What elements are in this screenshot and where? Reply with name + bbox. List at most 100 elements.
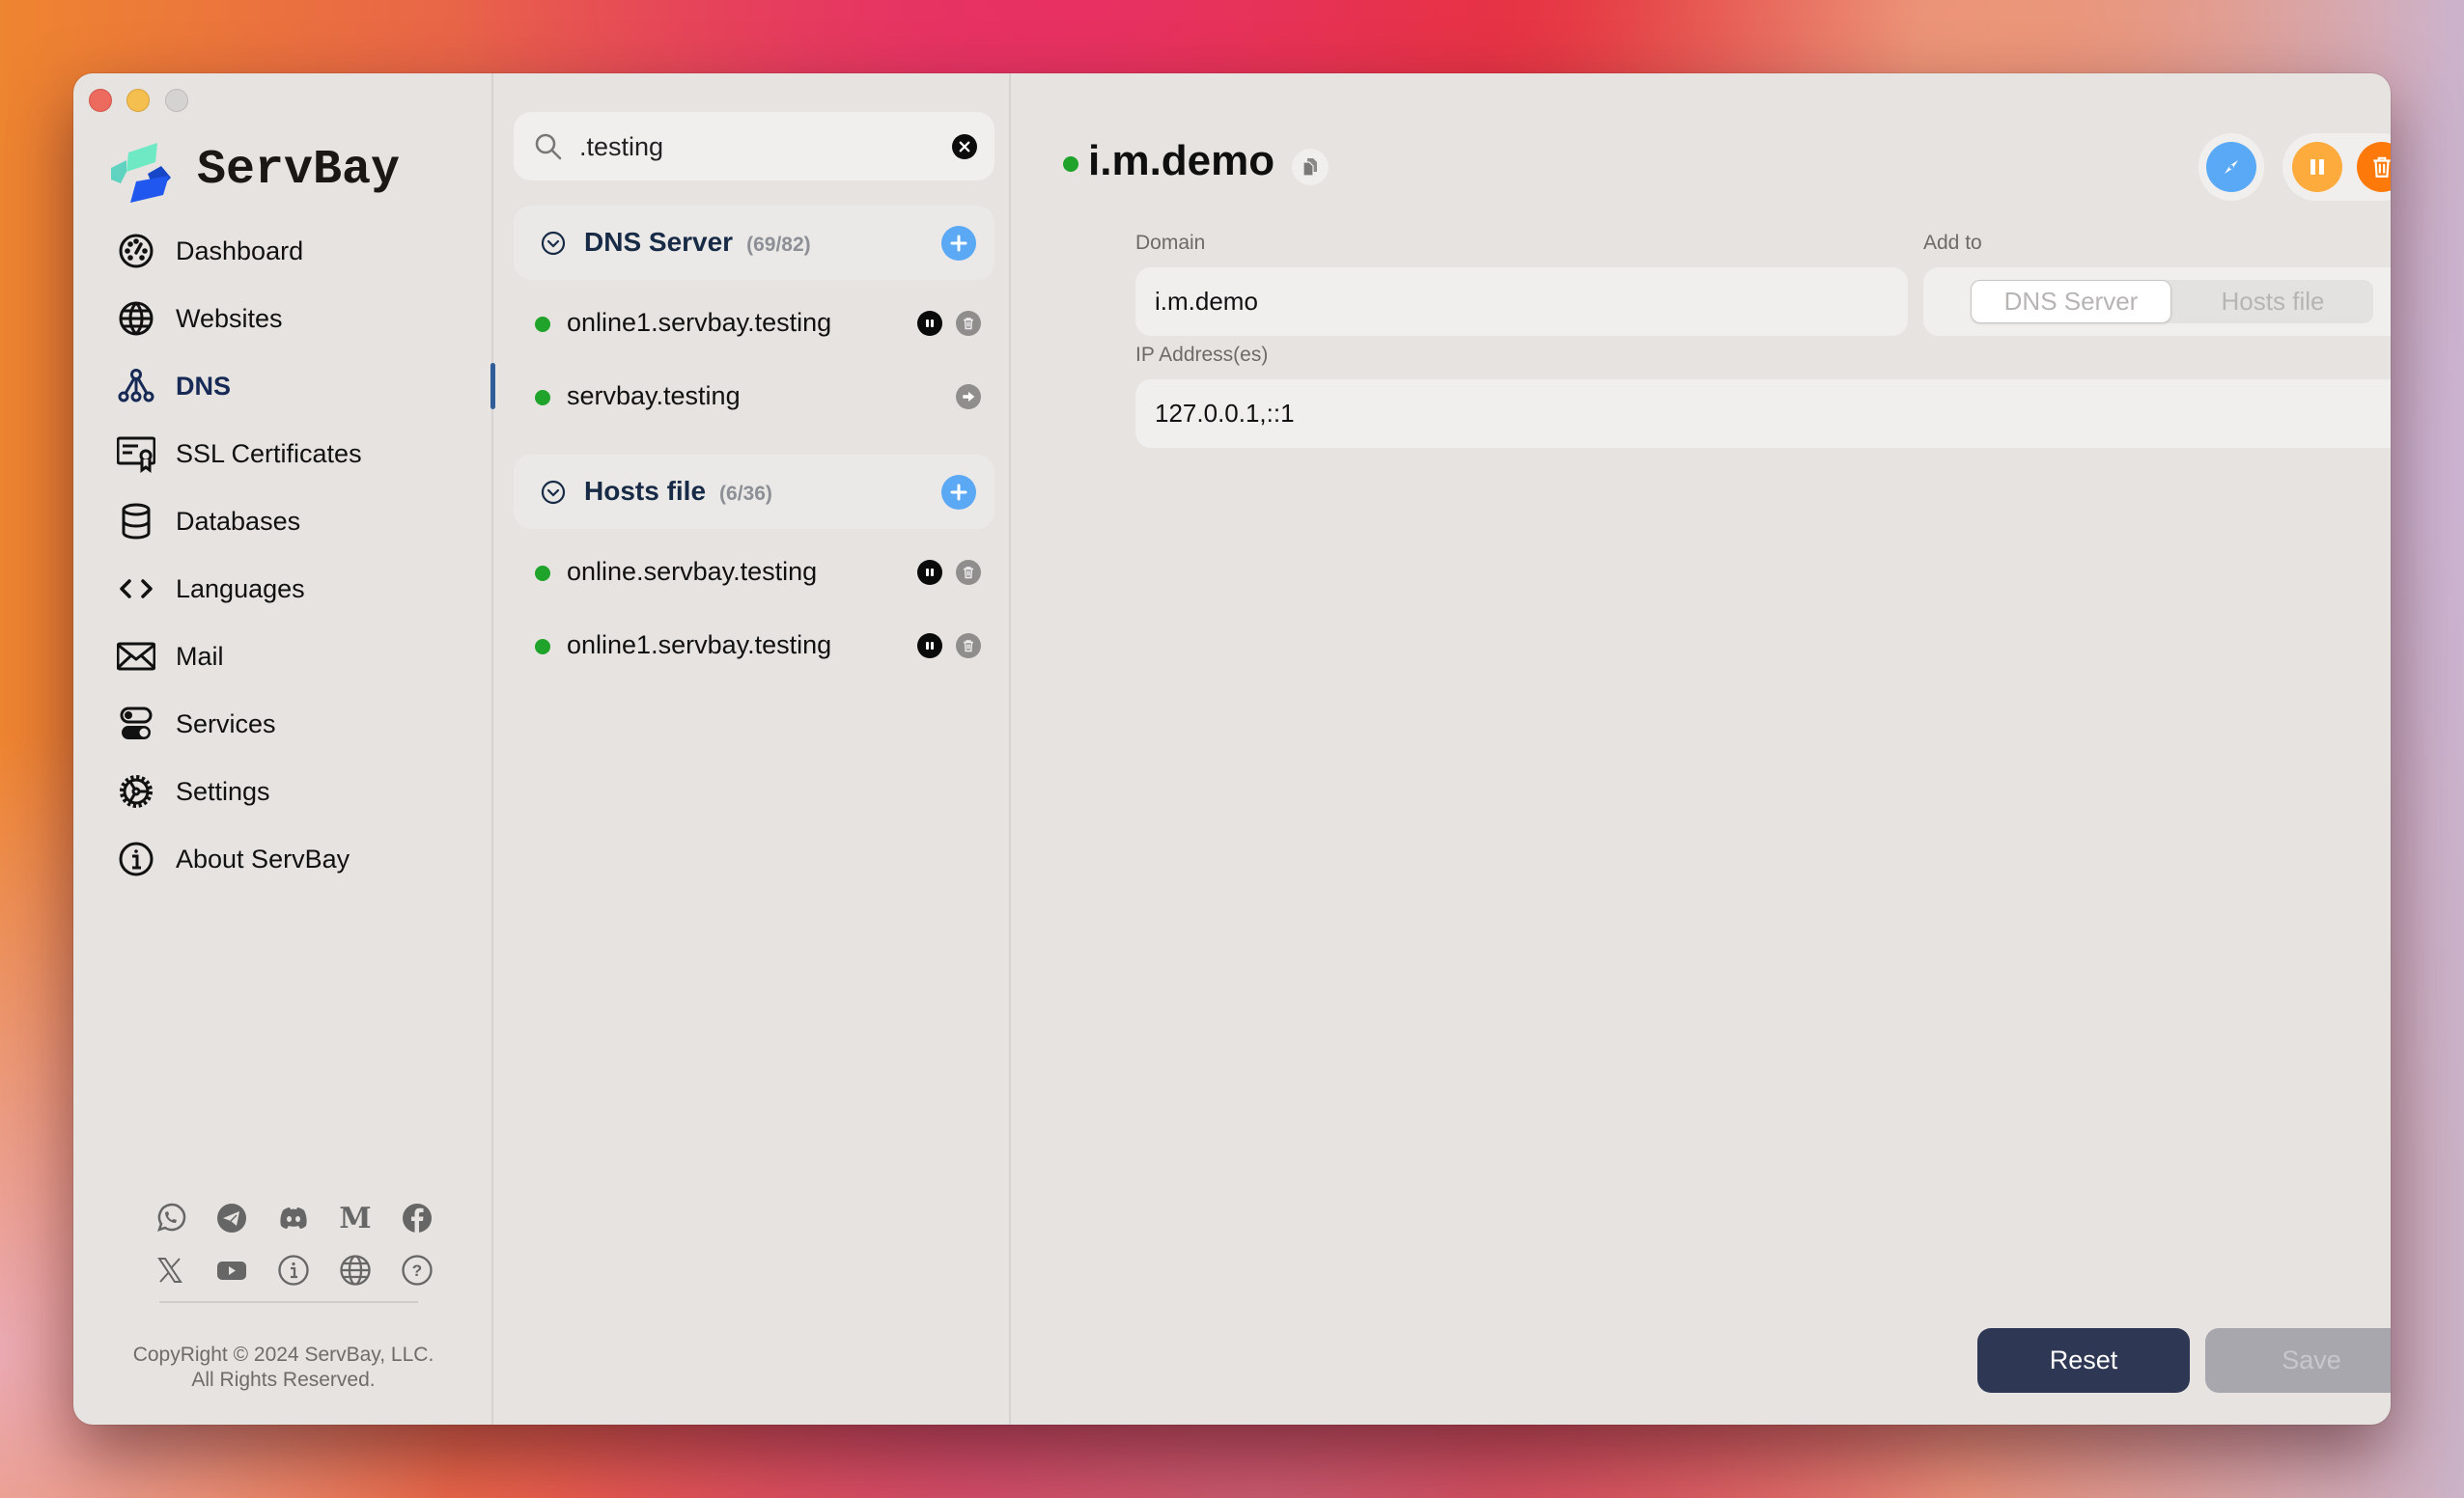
sidebar-item-label: Websites (176, 303, 283, 333)
open-in-browser-button[interactable] (2206, 142, 2256, 192)
sidebar-item-websites[interactable]: Websites (112, 291, 460, 346)
help-icon[interactable]: ? (398, 1251, 436, 1290)
pause-button[interactable] (917, 633, 942, 658)
group-header-hosts-file[interactable]: Hosts file (6/36) (514, 455, 994, 529)
sidebar-item-mail[interactable]: Mail (112, 629, 460, 683)
domain-label: Domain (1135, 232, 1206, 254)
list-item-label: servbay.testing (567, 381, 741, 410)
medium-glyph: M (339, 1201, 372, 1235)
delete-button[interactable] (956, 311, 981, 336)
rights-text: All Rights Reserved. (191, 1369, 376, 1391)
sidebar-item-label: Mail (176, 641, 224, 671)
dns-detail-panel: i.m.demo Domain Add to DNS Server Hosts … (1013, 73, 2391, 1425)
copyright-text: CopyRight © 2024 ServBay, LLC. (132, 1344, 434, 1366)
group-title-text: Hosts file (584, 476, 707, 506)
sidebar-item-databases[interactable]: Databases (112, 494, 460, 548)
ip-address-label: IP Address(es) (1135, 344, 1269, 366)
copy-domain-button[interactable] (1292, 149, 1329, 185)
search-input[interactable] (579, 125, 937, 168)
list-item[interactable]: online1.servbay.testing (514, 294, 994, 352)
app-window: ServBay Dashboard Websites DNS SSL Certi… (73, 73, 2391, 1425)
list-item[interactable]: servbay.testing (514, 368, 994, 426)
segment-hosts-file[interactable]: Hosts file (2172, 280, 2373, 323)
list-item[interactable]: online.servbay.testing (514, 543, 994, 601)
group-count: (6/36) (719, 483, 772, 505)
go-to-site-button[interactable] (956, 384, 981, 409)
delete-button[interactable] (956, 633, 981, 658)
add-dns-record-button[interactable] (941, 226, 976, 261)
group-title: DNS Server (69/82) (584, 227, 811, 258)
search-box (514, 112, 994, 180)
sidebar: ServBay Dashboard Websites DNS SSL Certi… (73, 73, 495, 1425)
medium-icon[interactable]: M (336, 1199, 375, 1237)
segment-dns-server[interactable]: DNS Server (1971, 280, 2171, 323)
delete-button[interactable] (956, 560, 981, 585)
domain-input[interactable] (1135, 267, 1908, 336)
plus-icon (950, 235, 967, 252)
plus-icon (950, 484, 967, 501)
compass-icon (2225, 160, 2238, 174)
trash-icon (2373, 156, 2391, 178)
sidebar-item-ssl-certificates[interactable]: SSL Certificates (112, 427, 460, 481)
delete-record-button[interactable] (2357, 142, 2391, 192)
group-header-dns-server[interactable]: DNS Server (69/82) (514, 206, 994, 280)
add-to-segmented-control: DNS Server Hosts file (1923, 267, 2391, 336)
x-twitter-icon[interactable] (151, 1251, 189, 1290)
save-button[interactable]: Save (2205, 1328, 2391, 1393)
sidebar-item-label: DNS (176, 371, 232, 401)
discord-icon[interactable] (274, 1199, 313, 1237)
sidebar-item-label: Databases (176, 506, 301, 536)
facebook-icon[interactable] (398, 1199, 436, 1237)
sidebar-item-about[interactable]: About ServBay (112, 832, 460, 886)
pause-button[interactable] (917, 560, 942, 585)
telegram-icon[interactable] (212, 1199, 251, 1237)
sidebar-item-label: Services (176, 708, 276, 738)
reset-button[interactable]: Reset (1977, 1328, 2190, 1393)
chevron-down-icon (541, 231, 566, 256)
pause-record-button[interactable] (2292, 142, 2342, 192)
database-icon (112, 497, 160, 545)
pause-button[interactable] (917, 311, 942, 336)
website-globe-icon[interactable] (336, 1251, 375, 1290)
ip-address-input[interactable] (1135, 379, 2391, 448)
status-online-dot (535, 390, 550, 405)
certificate-icon (112, 430, 160, 478)
code-brackets-icon (112, 565, 160, 613)
list-item[interactable]: online1.servbay.testing (514, 617, 994, 675)
info-icon (112, 835, 160, 883)
pause-icon (926, 319, 934, 327)
list-item-label: online1.servbay.testing (567, 630, 832, 659)
status-online-dot (535, 566, 550, 581)
clear-search-button[interactable] (952, 134, 977, 159)
status-online-dot (535, 317, 550, 332)
sidebar-item-services[interactable]: Services (112, 697, 460, 751)
gear-icon (112, 767, 160, 816)
sidebar-item-dns[interactable]: DNS (112, 359, 460, 413)
status-online-dot (1063, 156, 1078, 172)
globe-icon (112, 294, 160, 343)
arrow-right-icon (963, 391, 975, 402)
pause-icon (2310, 159, 2324, 175)
add-to-label: Add to (1923, 232, 1982, 254)
trash-icon (964, 567, 973, 579)
segmented-track: DNS Server Hosts file (1971, 280, 2373, 323)
pause-icon (926, 569, 934, 576)
list-item-label: online1.servbay.testing (567, 308, 832, 337)
record-title: i.m.demo (1088, 137, 1275, 184)
group-count: (69/82) (746, 234, 811, 256)
mail-envelope-icon (112, 632, 160, 680)
sidebar-item-label: Dashboard (176, 236, 304, 265)
add-hosts-record-button[interactable] (941, 475, 976, 510)
social-divider (159, 1301, 418, 1303)
dns-network-icon (112, 362, 160, 410)
sidebar-item-languages[interactable]: Languages (112, 562, 460, 616)
whatsapp-icon[interactable] (151, 1199, 189, 1237)
dns-list-panel: DNS Server (69/82) online1.servbay.testin… (495, 73, 1011, 1425)
sidebar-item-dashboard[interactable]: Dashboard (112, 224, 460, 278)
pause-icon (926, 642, 934, 650)
svg-text:?: ? (412, 1262, 422, 1280)
sidebar-item-settings[interactable]: Settings (112, 764, 460, 818)
youtube-icon[interactable] (212, 1251, 251, 1290)
info-icon[interactable] (274, 1251, 313, 1290)
sidebar-item-label: Languages (176, 573, 305, 603)
